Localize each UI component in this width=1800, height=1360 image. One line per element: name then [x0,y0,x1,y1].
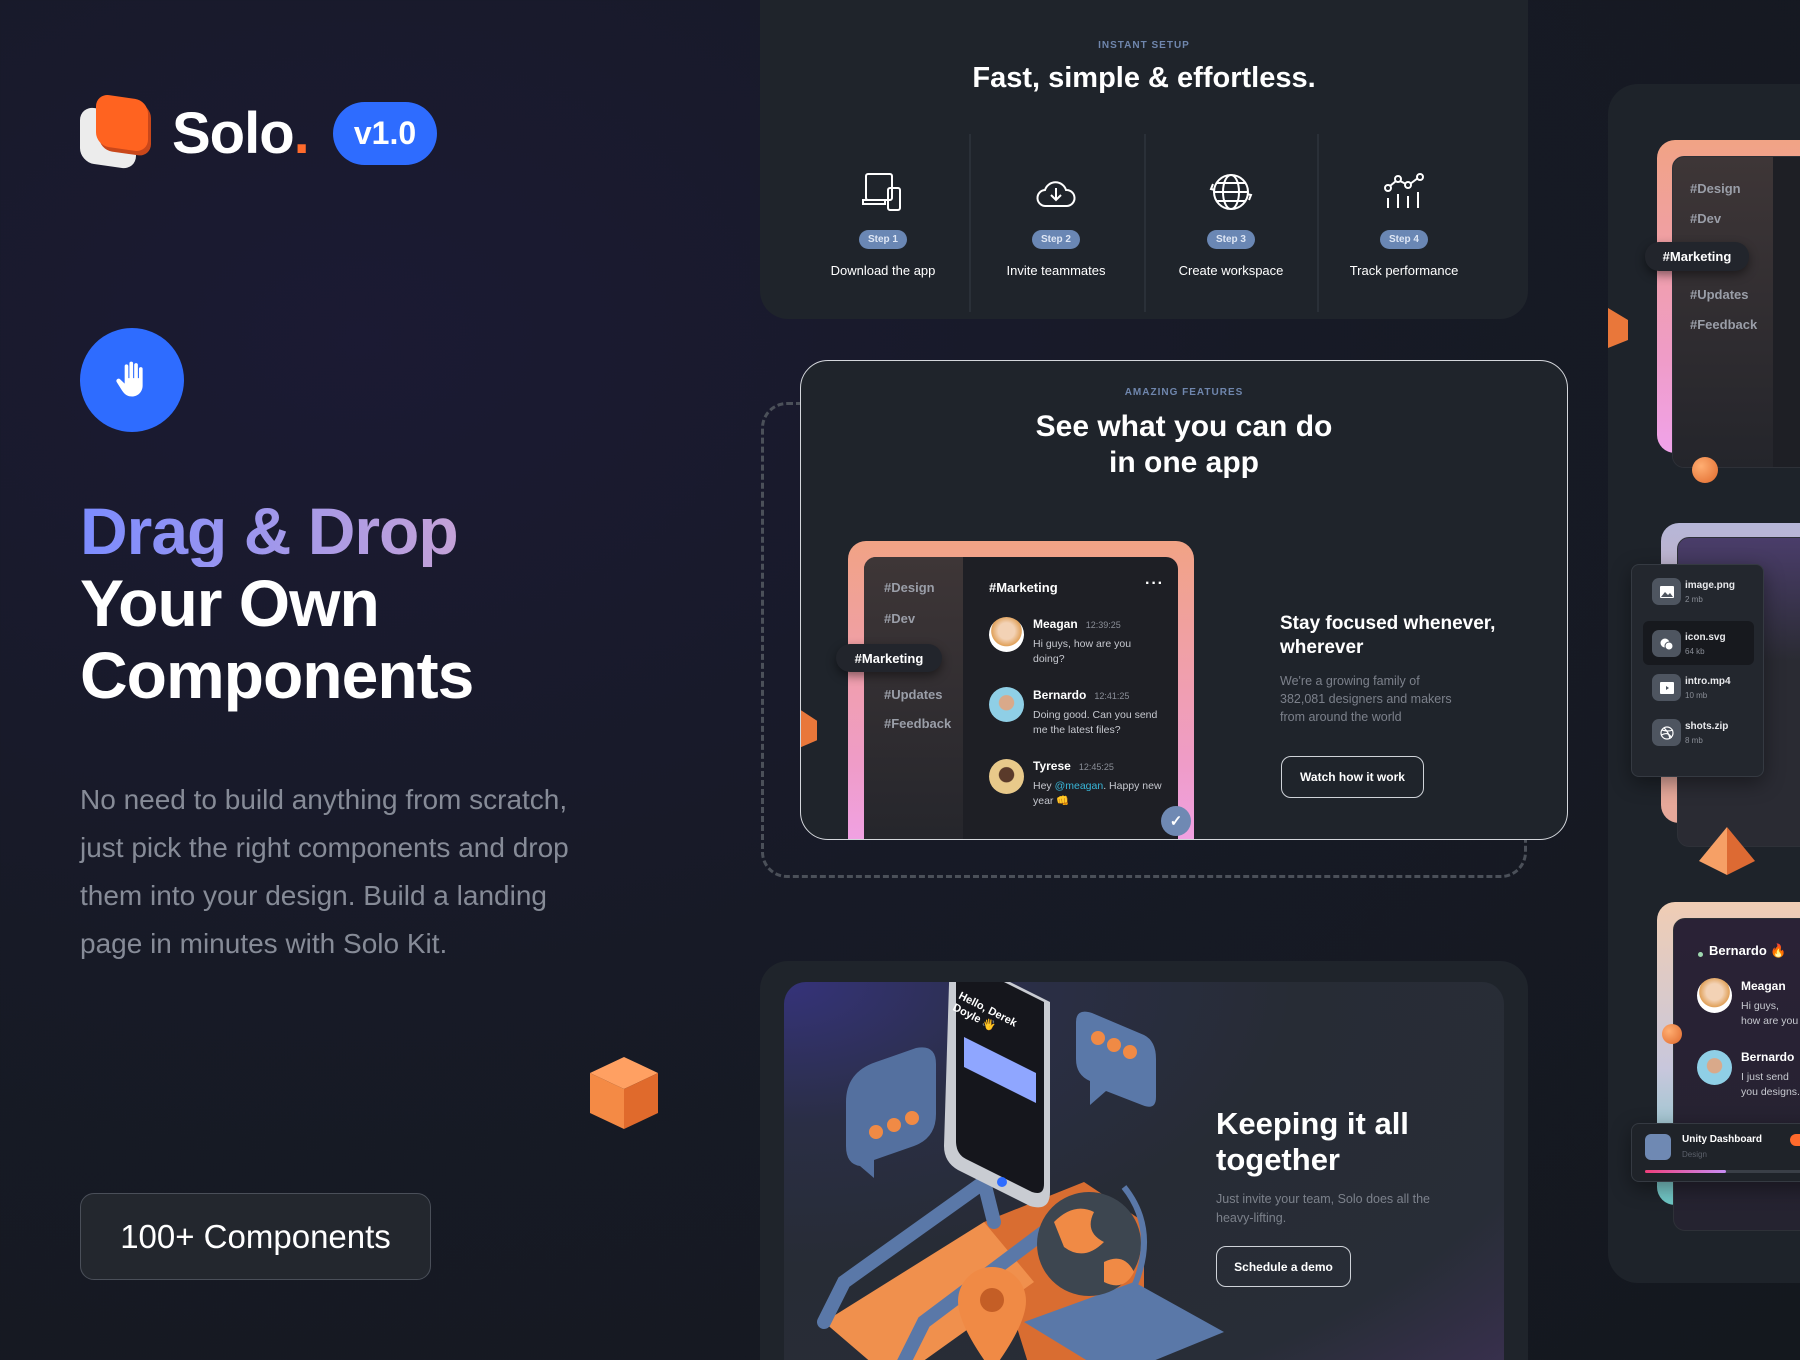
features-title: See what you can do in one app [1035,410,1333,479]
avatar-tyrese [989,759,1024,794]
sphere-decoration [1662,1024,1682,1044]
dm-header: Bernardo 🔥 [1709,943,1787,958]
channel-feedback[interactable]: #Feedback [884,716,951,731]
file-item[interactable]: image.png 2 mb [1643,569,1754,613]
message-author: Bernardo 12:41:25 [1033,688,1130,702]
channel-dev[interactable]: #Dev [1690,211,1721,226]
step-3: Step 3 Create workspace [1146,172,1316,278]
file-item-selected[interactable]: icon.svg 64 kb [1643,621,1754,665]
watch-button[interactable]: Watch how it work [1281,756,1424,798]
step-label: Track performance [1349,263,1459,278]
dragged-channel-marketing[interactable]: #Marketing [836,644,942,672]
message-text: I just send you designs. [1741,1071,1800,1098]
chat-icon [1645,1134,1671,1160]
avatar-meagan [989,617,1024,652]
features-side-text: We're a growing family of 382,081 design… [1280,674,1452,724]
channel-design[interactable]: #Design [884,580,935,595]
file-name: icon.svg [1685,632,1726,643]
together-text: Just invite your team, Solo does all the… [1216,1192,1431,1225]
file-item[interactable]: shots.zip 8 mb [1643,710,1754,754]
logo-icon [96,93,148,153]
file-size: 2 mb [1685,595,1703,604]
features-eyebrow: AMAZING FEATURES [1124,387,1244,398]
chat-title: #Marketing [989,580,1058,595]
step-label: Create workspace [1178,263,1284,278]
online-status-icon [1698,952,1703,957]
dribbble-icon [1652,719,1681,746]
video-icon [1652,674,1681,701]
file-size: 64 kb [1685,647,1705,656]
sphere-decoration [1692,457,1718,483]
task-title: Unity Dashboard [1682,1134,1763,1145]
notification-badge [1790,1134,1800,1146]
message-author: Meagan [1741,979,1786,993]
file-name: intro.mp4 [1685,676,1731,687]
file-size: 8 mb [1685,736,1703,745]
location-pin-icon [958,1267,1026,1360]
globe-illustration [1024,1185,1224,1360]
features-card: AMAZING FEATURES See what you can do in o… [800,360,1568,840]
message-author: Bernardo [1741,1050,1795,1064]
version-badge: v1.0 [333,102,437,165]
avatar-bernardo [989,687,1024,722]
check-icon[interactable]: ✓ [1161,806,1191,836]
chart-icon [1384,173,1424,208]
message-text: Hi guys, how are you doing? [1033,638,1132,665]
channel-feedback[interactable]: #Feedback [1690,317,1757,332]
step-badge: Step 4 [1379,230,1428,249]
pyramid-decoration-icon [1699,827,1755,875]
cube-decoration-icon [590,1057,658,1129]
channels-window [1672,156,1800,468]
hero-description: No need to build anything from scratch, … [80,784,569,959]
channel-updates[interactable]: #Updates [884,687,943,702]
avatar-bernardo [1697,1050,1732,1085]
file-size: 10 mb [1685,691,1708,700]
avatar-meagan [1697,978,1732,1013]
file-name: image.png [1685,580,1736,591]
dragged-channel-marketing[interactable]: #Marketing [1645,242,1749,271]
task-progress-fill [1645,1170,1726,1173]
speech-bubble-icon [846,1047,936,1178]
channel-design[interactable]: #Design [1690,181,1741,196]
together-title: Keeping it all together [1216,1106,1409,1177]
image-icon [1652,578,1681,605]
schedule-demo-button[interactable]: Schedule a demo [1216,1246,1351,1287]
message-author: Meagan 12:39:25 [1033,617,1121,631]
setup-card: INSTANT SETUP Fast, simple & effortless.… [760,0,1528,319]
more-options-icon[interactable]: ··· [1145,575,1164,593]
message-text: Hi guys, how are you doing? [1741,1000,1799,1031]
step-1: Step 1 Download the app [798,172,968,278]
step-badge: Step 2 [1031,230,1080,249]
message-author: Tyrese 12:45:25 [1033,759,1114,773]
brand-name: Solo. [172,101,310,166]
devices-icon [862,173,901,211]
message-text: Doing good. Can you send me the latest f… [1033,709,1158,736]
step-badge: Step 3 [1206,230,1255,249]
features-side-title: Stay focused whenever, wherever [1280,613,1496,658]
cloud-download-icon [1036,181,1076,207]
hero-title: Drag & Drop Your Own Components [80,494,474,712]
file-item[interactable]: intro.mp4 10 mb [1643,665,1754,709]
task-card[interactable]: Unity Dashboard Design [1631,1123,1800,1182]
speech-bubble-icon [1076,1011,1156,1107]
step-label: Invite teammates [1006,263,1106,278]
step-2: Step 2 Invite teammates [971,172,1141,278]
hand-icon [80,328,184,432]
step-4: Step 4 Track performance [1319,172,1489,278]
setup-title: Fast, simple & effortless. [972,62,1316,94]
setup-eyebrow: INSTANT SETUP [1098,40,1190,51]
step-badge: Step 1 [858,230,907,249]
message-text: Hey @meagan. Happy new year 👊 [1033,780,1162,807]
channel-dev[interactable]: #Dev [884,611,915,626]
task-progress [1645,1170,1800,1173]
channel-updates[interactable]: #Updates [1690,287,1749,302]
orange-block-decoration [801,709,817,748]
globe-icon [1209,174,1253,210]
task-subtitle: Design [1682,1150,1707,1159]
step-label: Download the app [830,263,936,278]
file-name: shots.zip [1685,721,1729,732]
shapes-icon [1652,630,1681,657]
components-button[interactable]: 100+ Components [80,1193,431,1280]
